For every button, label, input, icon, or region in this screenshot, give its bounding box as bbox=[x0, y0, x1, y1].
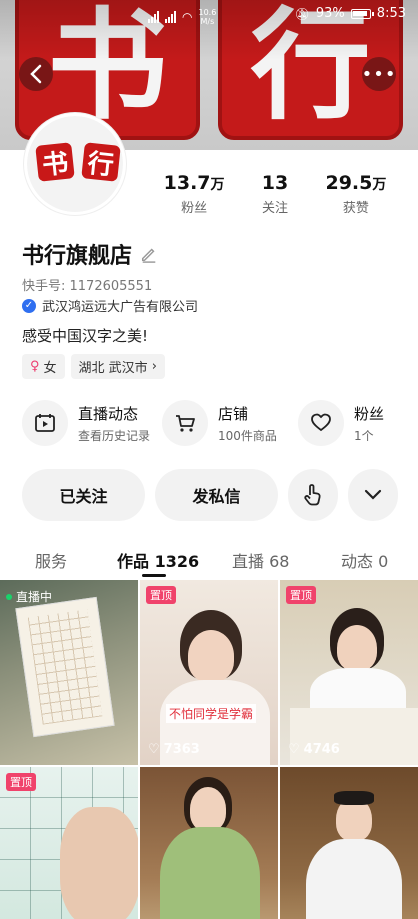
pinned-badge: 置顶 bbox=[146, 586, 176, 604]
tab-live[interactable]: 直播 68 bbox=[232, 548, 289, 572]
pinned-badge: 置顶 bbox=[6, 773, 36, 791]
more-button[interactable]: ••• bbox=[362, 57, 396, 91]
feature-live-history[interactable]: 直播动态 查看历史记录 bbox=[22, 400, 150, 446]
heart-outline-icon: ♡ bbox=[288, 742, 300, 757]
stat-likes[interactable]: 29.5万 获赞 bbox=[325, 172, 386, 216]
avatar-mark-1: 书 bbox=[35, 142, 75, 182]
mute-icon: 🔕︎ bbox=[294, 6, 310, 21]
tab-works[interactable]: 作品 1326 bbox=[117, 548, 199, 572]
expand-button[interactable] bbox=[348, 469, 398, 521]
gender-tag: ♀ 女 bbox=[22, 354, 65, 379]
work-item[interactable] bbox=[140, 767, 278, 919]
heart-outline-icon: ♡ bbox=[148, 742, 160, 757]
back-button[interactable] bbox=[19, 57, 53, 91]
hand-tap-icon bbox=[304, 484, 321, 506]
bio: 感受中国汉字之美! bbox=[22, 327, 149, 345]
battery-icon bbox=[350, 8, 374, 19]
stats-row: 13.7万 粉丝 13 关注 29.5万 获赞 bbox=[145, 172, 405, 216]
verified-company[interactable]: ✓ 武汉鸿运远大广告有限公司 bbox=[22, 296, 198, 315]
profile-tags: ♀ 女 湖北 武汉市 › bbox=[22, 354, 165, 379]
feature-fans[interactable]: 粉丝 1个 bbox=[298, 400, 418, 446]
work-item-live[interactable]: 直播中 bbox=[0, 580, 138, 765]
work-item[interactable] bbox=[280, 767, 418, 919]
location-tag[interactable]: 湖北 武汉市 › bbox=[70, 354, 165, 379]
more-dots-icon: ••• bbox=[361, 63, 397, 85]
tab-moments[interactable]: 动态 0 bbox=[341, 548, 388, 572]
message-button[interactable]: 发私信 bbox=[155, 469, 278, 521]
work-item[interactable]: 置顶 不怕同学是学霸 ♡ 7363 bbox=[140, 580, 278, 765]
live-badge: 直播中 bbox=[6, 588, 52, 605]
action-buttons: 已关注 发私信 bbox=[22, 469, 398, 521]
avatar[interactable]: 书 行 bbox=[24, 113, 126, 215]
kuaishou-id[interactable]: 快手号: 1172605551 bbox=[22, 275, 152, 294]
video-caption: 不怕同学是学霸 bbox=[166, 704, 257, 723]
verified-badge-icon: ✓ bbox=[22, 298, 36, 313]
stat-following[interactable]: 13 关注 bbox=[262, 172, 288, 216]
signal-icon bbox=[148, 11, 159, 23]
work-item[interactable]: 置顶 bbox=[0, 767, 138, 919]
profile-name: 书行旗舰店 bbox=[22, 238, 158, 270]
tab-indicator bbox=[142, 574, 166, 577]
feature-shop[interactable]: 店铺 100件商品 bbox=[162, 400, 286, 446]
chevron-right-icon: › bbox=[151, 359, 157, 374]
chevron-down-icon bbox=[364, 489, 382, 500]
wifi-icon: ◠ bbox=[182, 10, 193, 24]
clock: 8:53 bbox=[376, 6, 406, 21]
avatar-mark-2: 行 bbox=[81, 142, 121, 182]
pat-button[interactable] bbox=[288, 469, 338, 521]
pinned-badge: 置顶 bbox=[286, 586, 316, 604]
stat-fans[interactable]: 13.7万 粉丝 bbox=[164, 172, 225, 216]
work-item[interactable]: 置顶 ♡ 4746 bbox=[280, 580, 418, 765]
tab-service[interactable]: 服务 bbox=[35, 548, 67, 572]
calendar-play-icon bbox=[22, 400, 68, 446]
network-speed: 10.6 M/s bbox=[198, 8, 217, 26]
female-icon: ♀ bbox=[30, 359, 40, 374]
heart-icon bbox=[298, 400, 344, 446]
battery-percent: 93% bbox=[315, 6, 345, 21]
signal-icon-2 bbox=[165, 11, 176, 23]
cart-icon bbox=[162, 400, 209, 446]
like-count: ♡ 7363 bbox=[148, 742, 200, 757]
status-bar: ◠ 10.6 M/s 🔕︎ 93% 8:53 bbox=[0, 0, 418, 30]
content-tabs: 服务 作品 1326 直播 68 动态 0 bbox=[0, 538, 418, 578]
followed-button[interactable]: 已关注 bbox=[22, 469, 145, 521]
works-grid: 直播中 置顶 不怕同学是学霸 ♡ 7363 置顶 ♡ 4746 置顶 bbox=[0, 580, 418, 919]
edit-icon[interactable] bbox=[140, 245, 158, 263]
chevron-left-icon bbox=[30, 64, 42, 84]
features-row: 直播动态 查看历史记录 店铺 100件商品 粉丝 1个 bbox=[22, 400, 418, 446]
like-count: ♡ 4746 bbox=[288, 742, 340, 757]
